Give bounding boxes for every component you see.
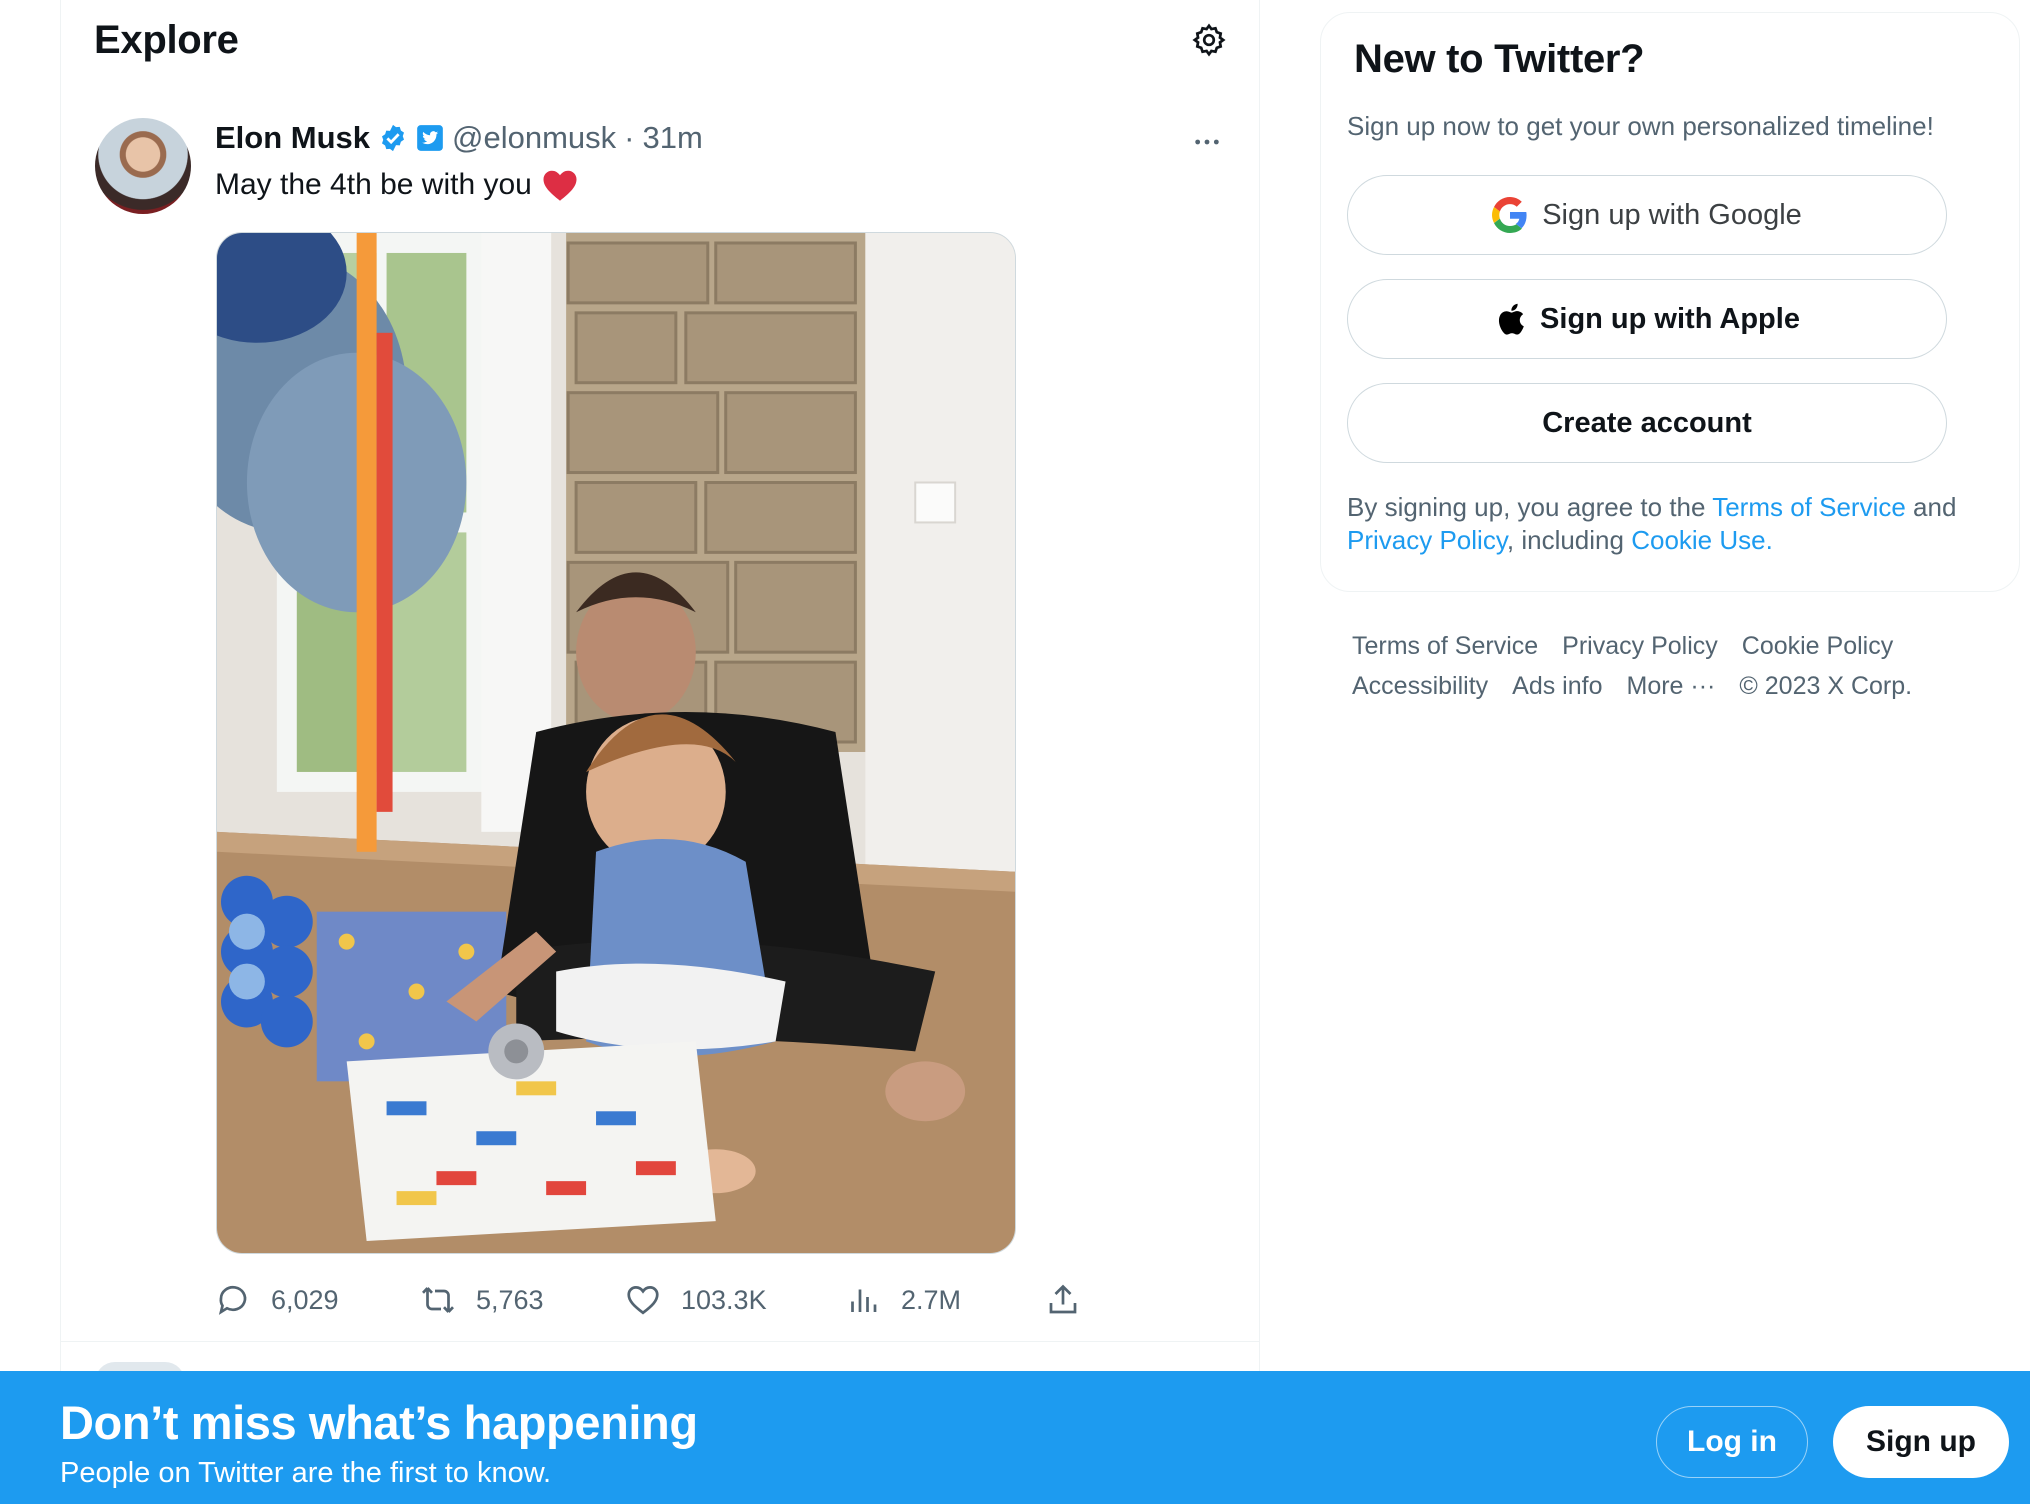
view-count: 2.7M <box>901 1284 962 1315</box>
author-name[interactable]: Elon Musk <box>215 120 370 156</box>
signup-card: New to Twitter? Sign up now to get your … <box>1320 12 2020 592</box>
signup-card-subtitle: Sign up now to get your own personalized… <box>1347 111 1934 141</box>
signup-button[interactable]: Sign up <box>1833 1406 2009 1478</box>
sidebar-footer: Terms of Service Privacy Policy Cookie P… <box>1352 626 1992 706</box>
settings-button[interactable] <box>1189 20 1229 60</box>
signup-google-button[interactable]: Sign up with Google <box>1347 175 1947 255</box>
terms-prefix: By signing up, you agree to the <box>1347 492 1713 522</box>
page-title: Explore <box>94 18 239 62</box>
views-button[interactable]: 2.7M <box>845 1282 1045 1318</box>
explore-header: Explore <box>61 0 1259 84</box>
prompt-subtitle: People on Twitter are the first to know. <box>60 1457 552 1489</box>
reply-icon <box>218 1285 247 1315</box>
tweet-header: Elon Musk @elonmusk · 31m <box>215 120 703 156</box>
avatar[interactable] <box>95 118 191 214</box>
login-button[interactable]: Log in <box>1656 1406 1808 1478</box>
photo-image <box>217 233 1015 1253</box>
cookie-use-link[interactable]: Cookie Use. <box>1631 525 1773 555</box>
separator-dot: · <box>624 120 635 155</box>
footer-ads-info-link[interactable]: Ads info <box>1512 666 1602 706</box>
signup-prompt-bar: Don’t miss what’s happening People on Tw… <box>0 1371 2030 1504</box>
signup-card-title: New to Twitter? <box>1354 37 1645 81</box>
share-upload-icon <box>1049 1284 1077 1314</box>
terms-and: and <box>1905 492 1957 522</box>
footer-row-1: Terms of Service Privacy Policy Cookie P… <box>1352 626 1992 666</box>
twitter-affiliate-icon <box>417 125 443 151</box>
create-account-label: Create account <box>1542 406 1752 439</box>
verified-badge-icon <box>382 124 405 152</box>
heart-icon <box>627 1286 659 1315</box>
gear-icon <box>1192 23 1226 57</box>
signup-apple-label: Sign up with Apple <box>1540 302 1800 335</box>
share-button[interactable] <box>1045 1282 1081 1318</box>
footer-copyright: © 2023 X Corp. <box>1739 672 1913 700</box>
like-button[interactable]: 103.3K <box>625 1282 845 1318</box>
tweet-photo[interactable] <box>216 232 1016 1254</box>
apple-logo-icon <box>1499 303 1524 335</box>
signup-apple-button[interactable]: Sign up with Apple <box>1347 279 1947 359</box>
footer-more-link[interactable]: More ··· <box>1627 666 1716 706</box>
footer-row-2: Accessibility Ads info More ··· © 2023 X… <box>1352 666 1992 706</box>
more-options-button[interactable] <box>1185 120 1229 164</box>
terms-of-service-link[interactable]: Terms of Service <box>1712 492 1906 522</box>
signup-google-label: Sign up with Google <box>1542 198 1802 231</box>
like-count: 103.3K <box>681 1284 767 1315</box>
privacy-policy-link[interactable]: Privacy Policy <box>1347 525 1507 555</box>
footer-cookie-link[interactable]: Cookie Policy <box>1742 626 1893 666</box>
tweet-text-content: May the 4th be with you <box>215 168 532 201</box>
prompt-title: Don’t miss what’s happening <box>60 1396 698 1449</box>
retweet-button[interactable]: 5,763 <box>420 1282 625 1318</box>
more-horizontal-icon <box>1195 139 1219 145</box>
footer-terms-link[interactable]: Terms of Service <box>1352 626 1538 666</box>
tweet-timestamp[interactable]: 31m <box>643 120 703 156</box>
author-handle[interactable]: @elonmusk <box>452 120 616 156</box>
tweet-actions: 6,029 5,763 103.3K 2.7M <box>215 1278 1081 1322</box>
terms-including: , including <box>1506 525 1632 555</box>
reply-count: 6,029 <box>271 1284 339 1315</box>
retweet-count: 5,763 <box>476 1284 544 1315</box>
main-column: Explore Elon Musk @elonmusk · 31m May th… <box>60 0 1260 1504</box>
analytics-bars-icon <box>851 1289 877 1312</box>
tweet-text: May the 4th be with you <box>215 168 578 202</box>
footer-accessibility-link[interactable]: Accessibility <box>1352 666 1488 706</box>
reply-button[interactable]: 6,029 <box>215 1282 420 1318</box>
footer-privacy-link[interactable]: Privacy Policy <box>1562 626 1718 666</box>
signup-terms: By signing up, you agree to the Terms of… <box>1347 491 1987 557</box>
google-logo-icon <box>1492 197 1527 233</box>
retweet-icon <box>422 1287 454 1313</box>
create-account-button[interactable]: Create account <box>1347 383 1947 463</box>
red-heart-emoji-icon <box>543 170 577 201</box>
tweet[interactable]: Elon Musk @elonmusk · 31m May the 4th be… <box>61 110 1259 1342</box>
